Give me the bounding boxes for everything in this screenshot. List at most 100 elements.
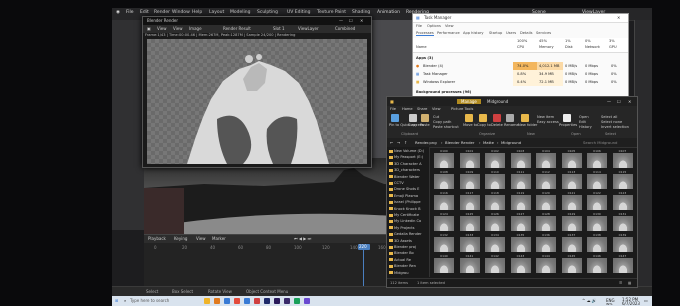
tab-processes[interactable]: Processes	[416, 31, 434, 36]
task-manager-icon[interactable]	[224, 298, 230, 304]
thumbnail-item[interactable]: 0140	[433, 254, 455, 278]
nav-item[interactable]: Gedalia Render	[389, 232, 422, 236]
thumbnail-item[interactable]: 0146	[586, 254, 608, 278]
thumbnail-grid[interactable]: 0100 0101 0102 0103 0104 0105 0106 0107 0108 0109…	[431, 147, 635, 277]
paste-icon[interactable]	[421, 114, 429, 122]
photoshop-icon[interactable]	[264, 298, 270, 304]
maximize-icon[interactable]: ☐	[617, 99, 621, 104]
nav-item[interactable]: My Certificate	[389, 213, 419, 217]
nav-item[interactable]: Blender Water	[389, 175, 420, 179]
thumbnail-item[interactable]: 0143	[510, 254, 532, 278]
ribbon-tab-picture-tools[interactable]: Picture Tools	[451, 107, 473, 111]
thumbnail-view-icon[interactable]: ▦	[628, 281, 631, 285]
paste-shortcut-button[interactable]: Paste shortcut	[433, 125, 459, 129]
ribbon-tab-file[interactable]: File	[390, 107, 396, 111]
menu-render[interactable]: Render	[154, 10, 170, 15]
task-manager-window[interactable]: ▦ Task Manager ✕ File Options View Proce…	[412, 13, 629, 103]
move-to-icon[interactable]	[465, 114, 473, 122]
tab-sculpting[interactable]: Sculpting	[257, 10, 278, 15]
nav-item[interactable]: Knock Knock B	[389, 207, 421, 211]
edit-button[interactable]: Edit	[579, 120, 586, 124]
search-input[interactable]: Search Midground	[583, 140, 617, 145]
menu-window[interactable]: Window	[172, 10, 190, 15]
paste-label[interactable]: Paste	[420, 123, 430, 127]
breadcrumb-item[interactable]: Midground	[501, 140, 521, 145]
copy-path-button[interactable]: Copy path	[433, 120, 451, 124]
easy-access-button[interactable]: Easy access	[537, 120, 559, 124]
move-to-label[interactable]: Move to	[463, 123, 477, 127]
copy-to-icon[interactable]	[479, 114, 487, 122]
explorer-titlebar[interactable]: ■ Manage Midground — ☐ ✕	[387, 97, 637, 106]
breadcrumb-item[interactable]: Render.png	[415, 140, 437, 145]
render-view-layer[interactable]: ViewLayer	[298, 26, 319, 31]
copy-to-label[interactable]: Copy to	[477, 123, 491, 127]
tab-modeling[interactable]: Modeling	[230, 10, 250, 15]
tm-menu-options[interactable]: Options	[427, 24, 441, 28]
spotify-icon[interactable]	[294, 298, 300, 304]
nav-item[interactable]: 3D_characters	[389, 168, 420, 172]
image-editor-type-icon[interactable]: ▣	[147, 26, 151, 31]
tab-users[interactable]: Users	[506, 31, 516, 35]
table-row[interactable]: ■ Windows Explorer 0.4% 72.1 MB 0 MB/s 0…	[413, 78, 628, 86]
render-canvas[interactable]	[147, 39, 367, 164]
render-window[interactable]: Blender Render — ☐ ✕ ▣ View View Image R…	[142, 16, 372, 168]
table-row[interactable]: ● Blender (4) 74.0% 4,012.1 MB 0 MB/s 0 …	[413, 62, 628, 70]
nav-item[interactable]: Midgrou	[389, 271, 409, 275]
copy-label[interactable]: Copy	[408, 123, 417, 127]
tab-services[interactable]: Services	[536, 31, 551, 35]
forward-arrow-icon[interactable]: →	[397, 140, 400, 145]
col-gpu[interactable]: GPU	[609, 45, 617, 49]
tab-texture-paint[interactable]: Texture Paint	[317, 10, 346, 15]
nav-item[interactable]: 3D Assets	[389, 239, 412, 243]
thumbnail-item[interactable]: 0147	[612, 254, 634, 278]
nav-item[interactable]: Blender Ren	[389, 264, 416, 268]
clock-date[interactable]: 6/7/2023	[622, 301, 640, 306]
current-frame-indicator[interactable]: 220	[358, 244, 370, 250]
notification-icon[interactable]: ▭	[644, 298, 648, 303]
render-menu-view[interactable]: View	[157, 26, 167, 31]
premiere-icon[interactable]	[274, 298, 280, 304]
system-tray-icons[interactable]: ^ ☁ 🔊	[582, 298, 597, 303]
nav-item[interactable]: My Projects	[389, 226, 415, 230]
invert-selection-button[interactable]: Invert selection	[601, 125, 629, 129]
blender-logo-icon[interactable]: ◉	[116, 10, 120, 15]
close-icon[interactable]: ✕	[617, 15, 620, 20]
render-menu-image[interactable]: Image	[189, 26, 202, 31]
col-disk[interactable]: Disk	[565, 45, 573, 49]
manage-tab[interactable]: Manage	[457, 99, 481, 104]
tab-layout[interactable]: Layout	[209, 10, 224, 15]
back-arrow-icon[interactable]: ←	[390, 140, 393, 145]
cut-button[interactable]: Cut	[433, 115, 439, 119]
new-folder-label[interactable]: New folder	[518, 123, 537, 127]
tab-animation[interactable]: Animation	[377, 10, 400, 15]
pin-icon[interactable]	[391, 114, 399, 122]
col-cpu[interactable]: CPU	[517, 45, 524, 49]
render-menu-view-2[interactable]: View	[173, 26, 183, 31]
nav-item[interactable]: Blender proj	[389, 245, 416, 249]
nav-item[interactable]: CCTV	[389, 181, 404, 185]
thumbnail-item[interactable]: 0142	[484, 254, 506, 278]
timeline-playback[interactable]: Playback	[148, 236, 166, 241]
timeline-view[interactable]: View	[196, 236, 206, 241]
render-result-selector[interactable]: Render Result	[223, 26, 251, 31]
nav-item[interactable]: Emoji Plasma	[389, 194, 418, 198]
edge-icon[interactable]	[244, 298, 250, 304]
copy-icon[interactable]	[409, 114, 417, 122]
menu-help[interactable]: Help	[192, 10, 202, 15]
task-manager-titlebar[interactable]: ▦ Task Manager ✕	[413, 14, 628, 23]
menu-file[interactable]: File	[126, 10, 134, 15]
menu-edit[interactable]: Edit	[140, 10, 149, 15]
navigation-pane[interactable]: New Volume (D:) My Passport (E:) 3D Charac…	[387, 147, 430, 277]
acrobat-icon[interactable]	[254, 298, 260, 304]
breadcrumb-item[interactable]: Matte	[483, 140, 494, 145]
timeline-marker[interactable]: Marker	[212, 236, 226, 241]
delete-icon[interactable]	[493, 114, 501, 122]
render-slot-selector[interactable]: Slot 1	[273, 26, 284, 31]
select-all-button[interactable]: Select all	[601, 115, 617, 119]
nav-item[interactable]: Actual Re	[389, 258, 411, 262]
minimize-icon[interactable]: —	[607, 99, 611, 104]
minimize-icon[interactable]: —	[339, 18, 343, 23]
new-item-button[interactable]: New item	[537, 115, 554, 119]
play-controls-icon[interactable]: ⏮ ◀ ▶ ⏭	[294, 236, 311, 241]
thumbnail-item[interactable]: 0145	[561, 254, 583, 278]
